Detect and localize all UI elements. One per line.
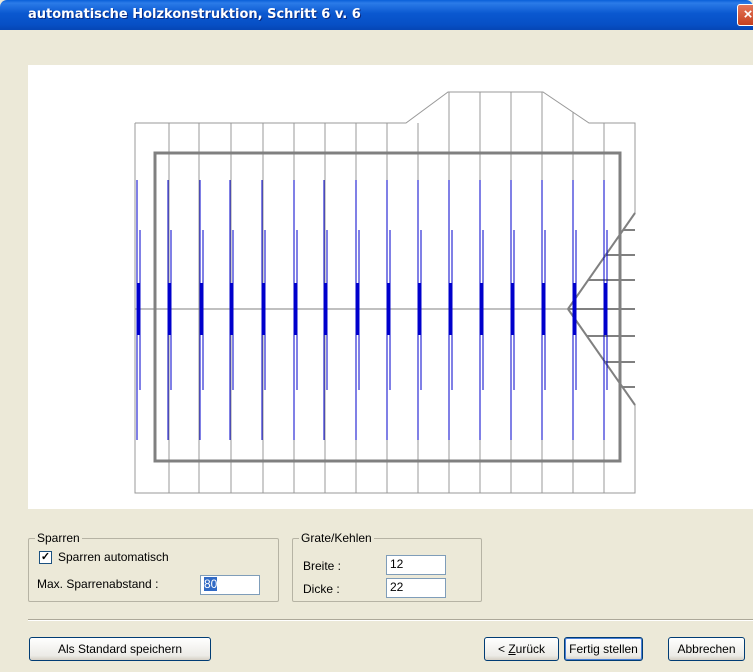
hip-line-top — [567, 212, 636, 310]
sparren-abstand-value: 80 — [204, 577, 218, 591]
sparren-auto-checkbox[interactable]: ✓ — [39, 551, 52, 564]
dicke-label: Dicke : — [303, 582, 340, 596]
finish-button[interactable]: Fertig stellen — [564, 637, 643, 661]
button-separator — [28, 619, 753, 621]
back-prefix: < — [497, 642, 509, 656]
dicke-value: 22 — [390, 580, 404, 594]
sparren-legend: Sparren — [35, 531, 82, 545]
sparren-abstand-input[interactable]: 80 — [200, 575, 260, 595]
dicke-input[interactable]: 22 — [386, 578, 446, 598]
sparren-auto-label[interactable]: Sparren automatisch — [58, 550, 169, 564]
close-icon: × — [743, 6, 753, 23]
window-title: automatische Holzkonstruktion, Schritt 6… — [28, 7, 361, 22]
title-bar: automatische Holzkonstruktion, Schritt 6… — [0, 0, 753, 30]
hip-line-bottom — [567, 308, 636, 406]
close-button[interactable]: × — [737, 4, 753, 26]
roof-preview — [28, 65, 753, 509]
save-default-button[interactable]: Als Standard speichern — [29, 637, 211, 661]
grate-legend: Grate/Kehlen — [299, 531, 374, 545]
breite-input[interactable]: 12 — [386, 555, 446, 575]
breite-value: 12 — [390, 557, 404, 571]
roof-drawing — [134, 91, 636, 494]
sparren-abstand-label: Max. Sparrenabstand : — [37, 577, 159, 591]
breite-label: Breite : — [303, 559, 342, 573]
back-mnemonic: Z — [508, 642, 516, 656]
back-button[interactable]: < Zurück — [484, 637, 559, 661]
back-rest: urück — [515, 642, 546, 656]
cancel-button[interactable]: Abbrechen — [668, 637, 745, 661]
